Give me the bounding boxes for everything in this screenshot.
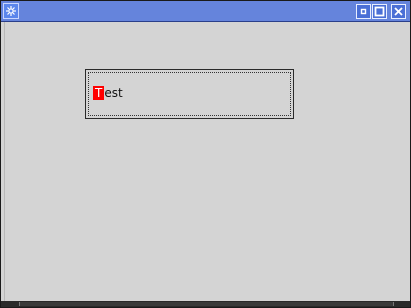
title-bar[interactable] [1,1,410,22]
mnemonic-letter: T [93,86,105,100]
close-icon [394,7,403,16]
system-menu-icon[interactable] [3,3,19,19]
test-button[interactable]: Test [85,69,294,119]
maximize-icon [374,6,385,17]
maximize-button[interactable] [372,4,387,19]
test-button-label: Test [93,86,123,100]
app-window: Test [0,0,411,308]
window-bottom-border[interactable] [1,301,410,307]
label-rest: est [104,86,123,100]
client-area [5,22,406,302]
system-menu-glyph [6,6,16,16]
minimize-button[interactable] [356,4,371,19]
resize-handle[interactable] [19,302,394,306]
minimize-icon [360,8,367,15]
close-button[interactable] [391,4,406,19]
